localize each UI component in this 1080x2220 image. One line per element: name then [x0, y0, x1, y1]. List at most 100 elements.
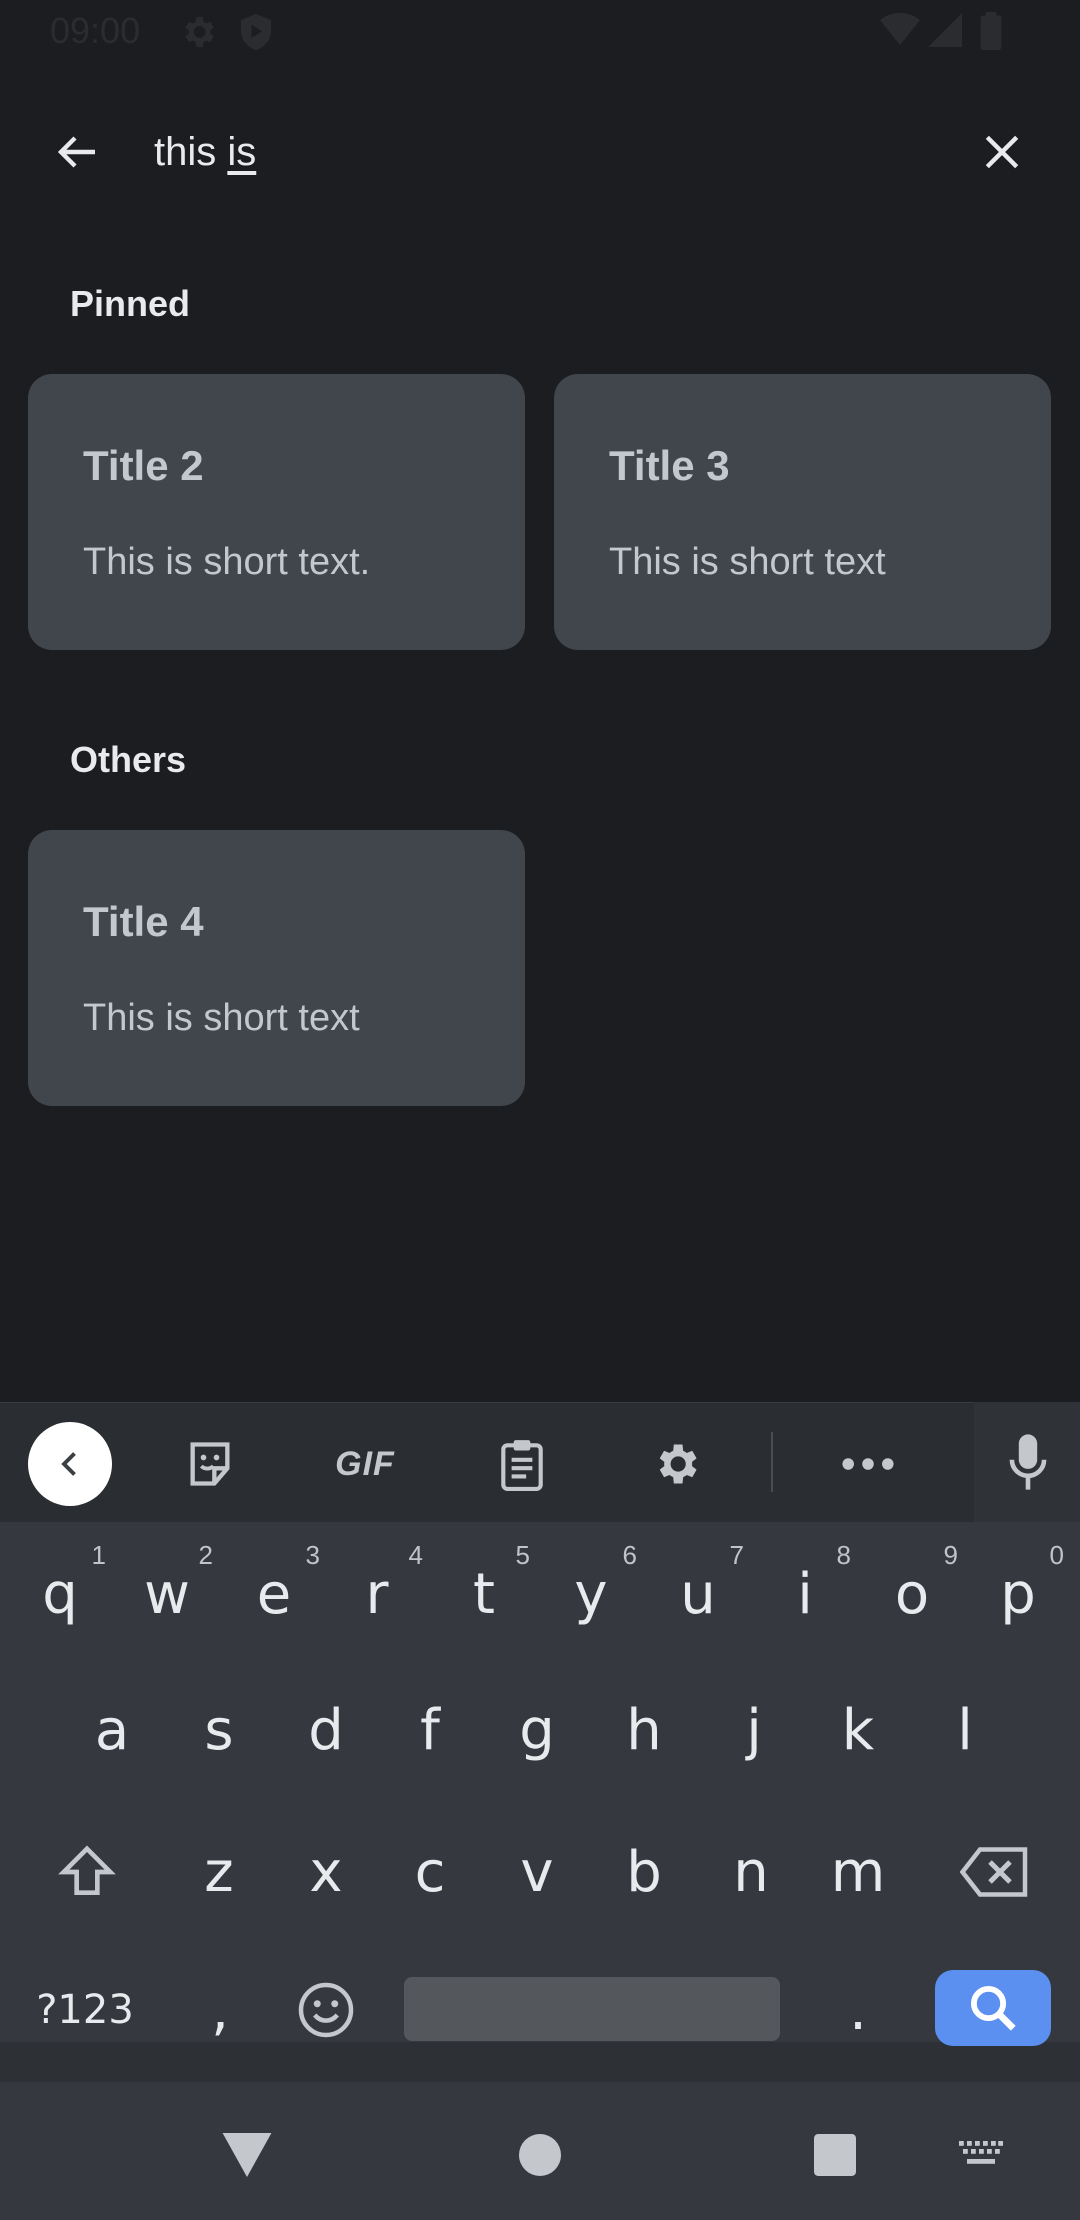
emoji-key[interactable]: [274, 1950, 378, 2070]
more-horizontal-icon: [842, 1458, 894, 1470]
key-hint: 2: [198, 1540, 213, 1570]
key-label: y: [574, 1561, 608, 1627]
key-hint: 0: [1049, 1540, 1064, 1570]
others-section-label: Others: [70, 739, 187, 780]
key-hint: 7: [729, 1540, 744, 1570]
key-hint: 6: [622, 1540, 637, 1570]
signal-status-icon: [928, 12, 962, 53]
key-g[interactable]: g: [485, 1670, 589, 1790]
key-l[interactable]: l: [913, 1670, 1017, 1790]
gif-label: GIF: [335, 1444, 395, 1483]
key-u[interactable]: u7: [646, 1534, 750, 1654]
arrow-back-icon: [57, 136, 95, 168]
search-query-text: this: [154, 130, 228, 174]
wifi-status-icon: [880, 12, 920, 53]
backspace-icon: [960, 1847, 1028, 1897]
key-f[interactable]: f: [378, 1670, 482, 1790]
status-bar: 09:00: [0, 0, 1080, 66]
note-body: This is short text: [83, 997, 360, 1039]
clipboard-button[interactable]: [480, 1422, 564, 1506]
chevron-left-icon: [28, 1422, 112, 1506]
nav-home-button[interactable]: [495, 2110, 585, 2200]
key-label: u: [680, 1561, 716, 1627]
space-key[interactable]: [404, 1977, 780, 2041]
triangle-down-icon: [222, 2133, 272, 2177]
keyboard-switch-button[interactable]: [936, 2110, 1026, 2200]
pinned-section-label: Pinned: [70, 283, 191, 324]
note-title: Title 4: [83, 898, 204, 945]
key-v[interactable]: v: [485, 1812, 589, 1932]
keyboard-icon: [959, 2141, 1003, 2164]
clear-search-button[interactable]: [965, 115, 1039, 189]
key-q[interactable]: q1: [8, 1534, 112, 1654]
key-label: i: [797, 1561, 813, 1627]
key-hint: 1: [91, 1540, 106, 1570]
key-s[interactable]: s: [167, 1670, 271, 1790]
key-label: q: [42, 1561, 78, 1627]
more-options-button[interactable]: [826, 1422, 910, 1506]
key-a[interactable]: a: [60, 1670, 164, 1790]
backspace-key[interactable]: [940, 1812, 1050, 1932]
key-h[interactable]: h: [592, 1670, 696, 1790]
search-input[interactable]: this is: [154, 122, 954, 182]
comma-key[interactable]: ,: [168, 1950, 272, 2070]
toolbar-divider: [771, 1432, 773, 1492]
clipboard-icon: [501, 1440, 543, 1491]
note-card[interactable]: Title 2 This is short text.: [28, 374, 525, 650]
period-key[interactable]: .: [806, 1950, 910, 2070]
key-r[interactable]: r4: [325, 1534, 429, 1654]
key-o[interactable]: o9: [860, 1534, 964, 1654]
key-hint: 9: [943, 1540, 958, 1570]
note-title: Title 3: [609, 442, 730, 489]
battery-status-icon: [980, 12, 1002, 55]
settings-button[interactable]: [634, 1422, 718, 1506]
nav-recents-button[interactable]: [790, 2110, 880, 2200]
close-icon: [985, 135, 1019, 169]
note-title: Title 2: [83, 442, 204, 489]
key-x[interactable]: x: [274, 1812, 378, 1932]
key-j[interactable]: j: [702, 1670, 806, 1790]
shield-status-icon: [238, 12, 274, 57]
key-label: t: [473, 1561, 495, 1627]
sticker-icon: [190, 1442, 230, 1486]
key-d[interactable]: d: [274, 1670, 378, 1790]
key-label: o: [894, 1561, 930, 1627]
gear-icon: [659, 1444, 697, 1484]
key-label: p: [1000, 1561, 1036, 1627]
shift-key[interactable]: [32, 1812, 142, 1932]
circle-home-icon: [519, 2134, 561, 2176]
emoji-icon: [298, 1982, 354, 2038]
key-c[interactable]: c: [378, 1812, 482, 1932]
note-body: This is short text.: [83, 541, 371, 583]
key-hint: 5: [515, 1540, 530, 1570]
key-p[interactable]: p0: [966, 1534, 1070, 1654]
key-z[interactable]: z: [167, 1812, 271, 1932]
key-w[interactable]: w2: [115, 1534, 219, 1654]
search-icon: [970, 1985, 1016, 2031]
settings-status-icon: [178, 12, 218, 57]
key-k[interactable]: k: [806, 1670, 910, 1790]
key-label: w: [144, 1561, 190, 1627]
key-label: r: [365, 1561, 389, 1627]
mic-button[interactable]: [974, 1402, 1080, 1522]
collapse-toolbar-button[interactable]: [28, 1422, 112, 1506]
key-y[interactable]: y6: [539, 1534, 643, 1654]
sticker-button[interactable]: [168, 1422, 252, 1506]
key-e[interactable]: e3: [222, 1534, 326, 1654]
note-card[interactable]: Title 4 This is short text: [28, 830, 525, 1106]
back-button[interactable]: [40, 115, 114, 189]
key-m[interactable]: m: [806, 1812, 910, 1932]
key-hint: 3: [305, 1540, 320, 1570]
key-i[interactable]: i8: [753, 1534, 857, 1654]
nav-back-button[interactable]: [202, 2110, 292, 2200]
search-query-composing: is: [227, 130, 257, 174]
key-hint: 8: [836, 1540, 851, 1570]
gif-button[interactable]: GIF: [320, 1422, 410, 1506]
note-card[interactable]: Title 3 This is short text: [554, 374, 1051, 650]
search-action-key[interactable]: [935, 1970, 1051, 2046]
key-t[interactable]: t5: [432, 1534, 536, 1654]
symbols-key[interactable]: ?123: [30, 1950, 140, 2070]
key-n[interactable]: n: [699, 1812, 803, 1932]
key-b[interactable]: b: [592, 1812, 696, 1932]
square-recents-icon: [814, 2134, 856, 2176]
